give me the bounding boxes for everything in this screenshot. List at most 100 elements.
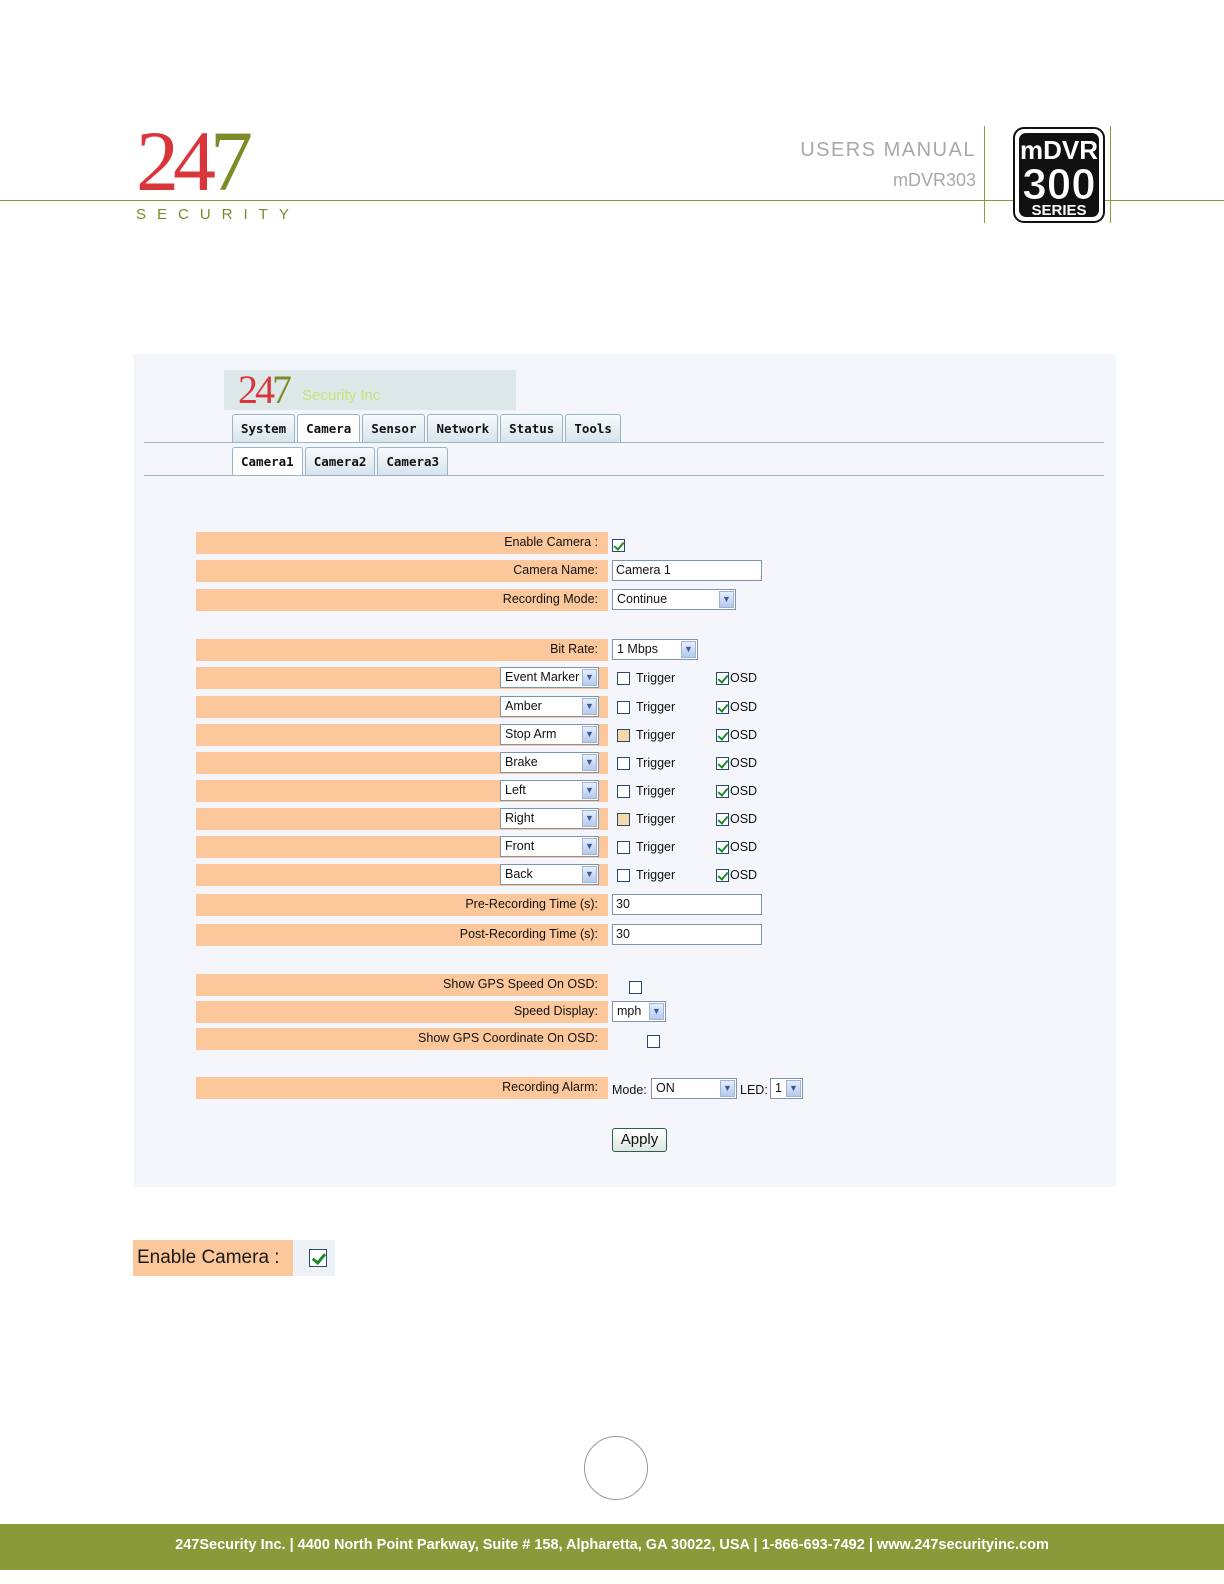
sensor-trigger[interactable]: Trigger	[617, 840, 675, 855]
tab-status[interactable]: Status	[500, 414, 564, 442]
chevron-down-icon: ▼	[681, 641, 696, 658]
osd-checkbox[interactable]	[716, 869, 729, 883]
subtab-camera2[interactable]: Camera2	[304, 447, 376, 475]
chevron-down-icon: ▼	[719, 591, 734, 608]
chevron-down-icon: ▼	[720, 1080, 735, 1097]
trigger-checkbox[interactable]	[617, 672, 630, 686]
post-recording-input[interactable]: 30	[612, 924, 762, 945]
sensor-osd[interactable]: OSD	[716, 868, 757, 883]
sensor-osd[interactable]: OSD	[716, 784, 757, 799]
apply-button[interactable]: Apply	[612, 1128, 667, 1152]
bit-rate-select[interactable]: 1 Mbps ▼	[612, 639, 698, 660]
gps-speed-checkbox[interactable]	[629, 981, 643, 995]
sensor-select[interactable]: Event Marker ▼	[500, 667, 599, 688]
subtab-camera1[interactable]: Camera1	[232, 447, 303, 476]
speed-display-row: Speed Display:	[196, 1001, 608, 1023]
footer-bar: 247Security Inc. | 4400 North Point Park…	[0, 1524, 1224, 1570]
osd-checkbox[interactable]	[716, 757, 729, 771]
sensor-osd[interactable]: OSD	[716, 756, 757, 771]
chevron-down-icon: ▼	[582, 866, 597, 883]
trigger-checkbox[interactable]	[617, 785, 630, 799]
osd-checkbox[interactable]	[716, 841, 729, 855]
sensor-select[interactable]: Back ▼	[500, 864, 599, 885]
alarm-mode-label: Mode:	[612, 1083, 647, 1097]
sensor-osd[interactable]: OSD	[716, 840, 757, 855]
recording-alarm-row: Recording Alarm:	[196, 1077, 608, 1099]
logo-subtitle: SECURITY	[136, 206, 300, 223]
zoom-label: Enable Camera :	[133, 1240, 293, 1276]
sensor-select[interactable]: Amber ▼	[500, 696, 599, 717]
trigger-checkbox[interactable]	[617, 729, 630, 743]
osd-checkbox[interactable]	[716, 701, 729, 715]
sensor-trigger[interactable]: Trigger	[617, 756, 675, 771]
post-recording-row: Post-Recording Time (s):	[196, 924, 608, 946]
sensor-select[interactable]: Left ▼	[500, 780, 599, 801]
series-logo-bot: SERIES	[1031, 202, 1086, 219]
tab-sensor[interactable]: Sensor	[362, 414, 426, 442]
trigger-checkbox[interactable]	[617, 841, 630, 855]
sensor-trigger[interactable]: Trigger	[617, 671, 675, 686]
tab-camera[interactable]: Camera	[297, 414, 361, 443]
recording-mode-select[interactable]: Continue ▼	[612, 589, 736, 610]
pre-recording-input[interactable]: 30	[612, 894, 762, 915]
gps-coordinate-row: Show GPS Coordinate On OSD:	[196, 1028, 608, 1050]
logo-number: 247	[136, 113, 253, 209]
trigger-checkbox[interactable]	[617, 701, 630, 715]
sub-tabs: Camera1 Camera2 Camera3	[232, 447, 449, 476]
banner-company: Security Inc	[302, 387, 381, 404]
sensor-osd[interactable]: OSD	[716, 728, 757, 743]
trigger-checkbox[interactable]	[617, 869, 630, 883]
sensor-trigger[interactable]: Trigger	[617, 812, 675, 827]
sensor-select[interactable]: Brake ▼	[500, 752, 599, 773]
tab-rule	[144, 442, 1104, 443]
tab-system[interactable]: System	[232, 414, 296, 442]
bit-rate-row: Bit Rate:	[196, 639, 608, 661]
subtab-camera3[interactable]: Camera3	[377, 447, 449, 475]
chevron-down-icon: ▼	[582, 754, 597, 771]
gps-speed-row: Show GPS Speed On OSD:	[196, 974, 608, 996]
recording-mode-row: Recording Mode:	[196, 589, 608, 611]
sensor-trigger[interactable]: Trigger	[617, 784, 675, 799]
sensor-select[interactable]: Front ▼	[500, 836, 599, 857]
speed-display-select[interactable]: mph ▼	[612, 1001, 666, 1022]
camera-name-row: Camera Name:	[196, 560, 608, 582]
chevron-down-icon: ▼	[582, 698, 597, 715]
chevron-down-icon: ▼	[582, 726, 597, 743]
subtab-rule	[144, 475, 1104, 476]
model-name: mDVR303	[892, 170, 976, 190]
sensor-trigger[interactable]: Trigger	[617, 868, 675, 883]
osd-checkbox[interactable]	[716, 729, 729, 743]
camera-name-input[interactable]: Camera 1	[612, 560, 762, 581]
enable-camera-checkbox[interactable]	[612, 539, 625, 553]
osd-checkbox[interactable]	[716, 813, 729, 827]
gps-coordinate-checkbox[interactable]	[646, 1035, 660, 1049]
alarm-mode-select[interactable]: ON ▼	[651, 1078, 737, 1099]
page-number-circle	[584, 1436, 648, 1500]
sensor-osd[interactable]: OSD	[716, 671, 757, 686]
chevron-down-icon: ▼	[786, 1080, 801, 1097]
sensor-select[interactable]: Right ▼	[500, 808, 599, 829]
chevron-down-icon: ▼	[582, 669, 597, 686]
tab-tools[interactable]: Tools	[565, 414, 621, 442]
header-divider	[984, 126, 985, 223]
sensor-osd[interactable]: OSD	[716, 812, 757, 827]
series-logo: mDVR 300 SERIES	[1013, 127, 1105, 223]
zoom-checkbox	[309, 1249, 327, 1267]
sensor-osd[interactable]: OSD	[716, 700, 757, 715]
chevron-down-icon: ▼	[582, 838, 597, 855]
trigger-checkbox[interactable]	[617, 813, 630, 827]
brand-logo: 247 SECURITY	[136, 118, 296, 228]
tab-network[interactable]: Network	[427, 414, 499, 442]
enable-camera-row: Enable Camera :	[196, 532, 608, 554]
osd-checkbox[interactable]	[716, 672, 729, 686]
alarm-led-select[interactable]: 1 ▼	[770, 1078, 803, 1099]
main-tabs: System Camera Sensor Network Status Tool…	[232, 414, 621, 443]
manual-title: USERS MANUAL	[800, 139, 976, 161]
chevron-down-icon: ▼	[649, 1003, 664, 1020]
sensor-trigger[interactable]: Trigger	[617, 700, 675, 715]
sensor-trigger[interactable]: Trigger	[617, 728, 675, 743]
osd-checkbox[interactable]	[716, 785, 729, 799]
sensor-select[interactable]: Stop Arm ▼	[500, 724, 599, 745]
trigger-checkbox[interactable]	[617, 757, 630, 771]
header-divider	[1110, 126, 1111, 223]
